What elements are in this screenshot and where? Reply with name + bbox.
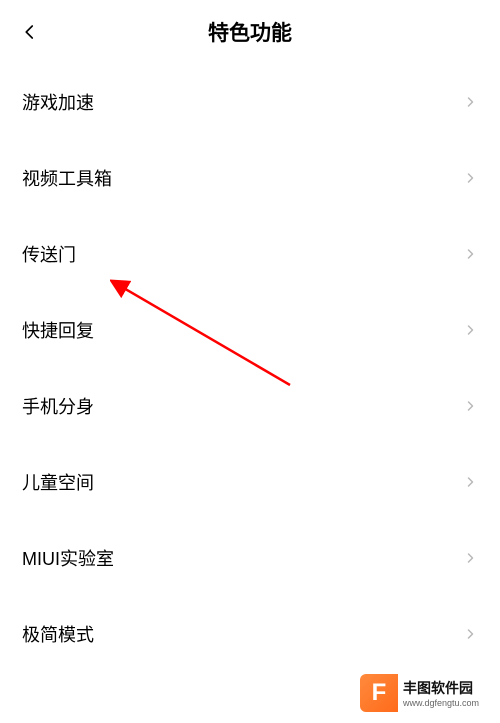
watermark-url: www.dgfengtu.com [403,698,479,708]
list-item-lite-mode[interactable]: 极简模式 [22,596,478,672]
item-label: 快捷回复 [22,317,94,343]
watermark-name: 丰图软件园 [403,678,479,698]
item-label: 传送门 [22,241,76,267]
chevron-right-icon [462,246,478,262]
item-label: 儿童空间 [22,469,94,495]
settings-list: 游戏加速 视频工具箱 传送门 快捷回复 手机分身 儿童空间 MIUI实验室 [0,64,500,672]
chevron-right-icon [462,550,478,566]
chevron-right-icon [462,398,478,414]
list-item-kids-space[interactable]: 儿童空间 [22,444,478,520]
chevron-right-icon [462,170,478,186]
header-bar: 特色功能 [0,0,500,64]
item-label: 视频工具箱 [22,165,112,191]
item-label: MIUI实验室 [22,545,114,571]
chevron-right-icon [462,474,478,490]
chevron-right-icon [462,94,478,110]
back-button[interactable] [18,20,42,44]
watermark-logo-icon: F [360,674,398,712]
item-label: 极简模式 [22,621,94,647]
item-label: 手机分身 [22,393,94,419]
list-item-quick-reply[interactable]: 快捷回复 [22,292,478,368]
list-item-video-toolbox[interactable]: 视频工具箱 [22,140,478,216]
page-title: 特色功能 [208,17,292,47]
list-item-miui-lab[interactable]: MIUI实验室 [22,520,478,596]
list-item-game-turbo[interactable]: 游戏加速 [22,64,478,140]
list-item-portal[interactable]: 传送门 [22,216,478,292]
watermark: F 丰图软件园 www.dgfengtu.com [360,663,500,723]
chevron-left-icon [21,23,39,41]
chevron-right-icon [462,322,478,338]
chevron-right-icon [462,626,478,642]
watermark-text: 丰图软件园 www.dgfengtu.com [398,678,479,708]
list-item-second-space[interactable]: 手机分身 [22,368,478,444]
item-label: 游戏加速 [22,89,94,115]
